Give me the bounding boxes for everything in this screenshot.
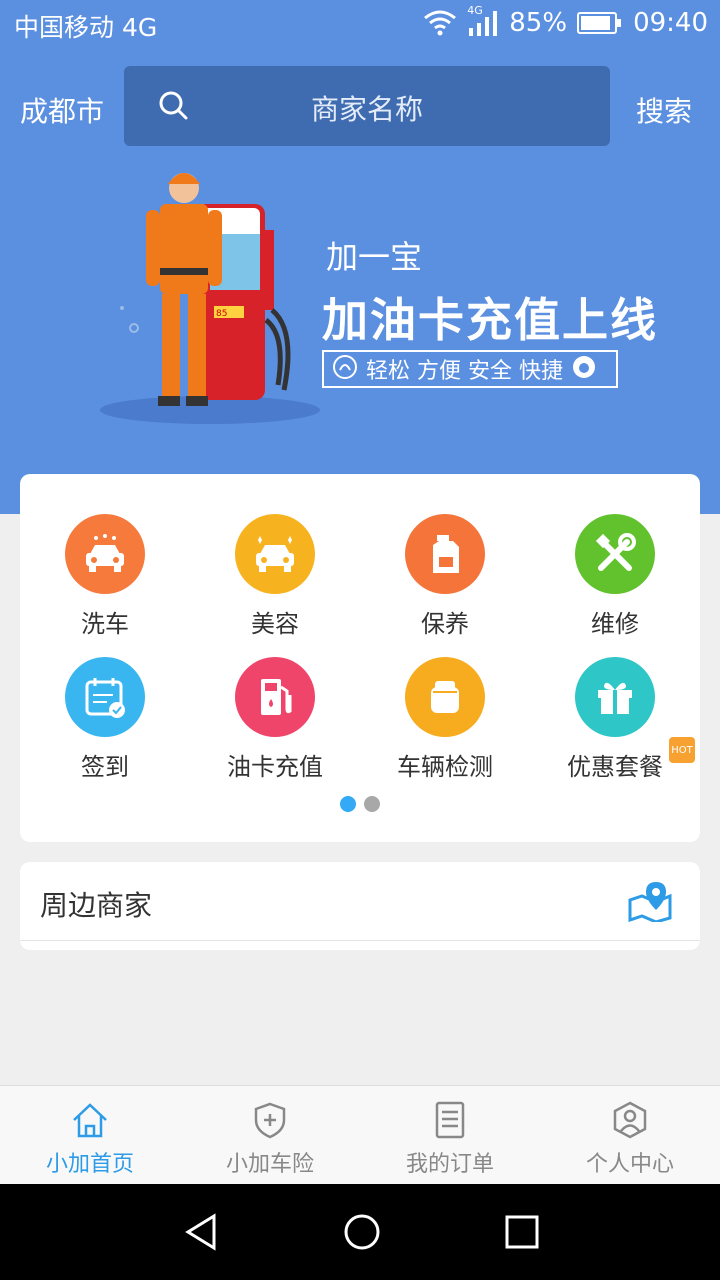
- status-right: 4G 85% 09:40: [423, 4, 708, 38]
- search-button[interactable]: 搜索: [636, 90, 692, 130]
- tab-label: 小加车险: [225, 1152, 314, 1177]
- service-vehicle-inspection[interactable]: 车辆检测: [360, 657, 530, 797]
- car-wash-icon: [65, 514, 145, 594]
- page-dot[interactable]: [364, 796, 380, 812]
- signal-icon: 4G: [467, 4, 499, 36]
- tab-profile[interactable]: 个人中心: [540, 1086, 720, 1185]
- home-circle-icon[interactable]: [342, 1212, 382, 1256]
- service-label: 美容: [251, 610, 299, 638]
- services-grid: 洗车 美容 保养 维修 签到 油卡充值 车辆检测 优惠套餐 HOT: [20, 474, 700, 842]
- car-beauty-icon: [235, 514, 315, 594]
- service-label-text: 优惠套餐: [567, 753, 663, 781]
- recents-icon[interactable]: [502, 1212, 542, 1256]
- app-screen: 中国移动 4G 4G 85% 09:40 成都市 商家名称 搜索 85 加一宝 …: [0, 0, 720, 1280]
- service-fuel-card-recharge[interactable]: 油卡充值: [190, 657, 360, 797]
- tab-label: 我的订单: [405, 1152, 494, 1177]
- tab-label: 小加首页: [45, 1152, 134, 1177]
- sinopec-logo-icon: [332, 354, 358, 384]
- service-label: 油卡充值: [227, 753, 323, 781]
- service-maintenance[interactable]: 保养: [360, 514, 530, 654]
- service-car-beauty[interactable]: 美容: [190, 514, 360, 654]
- banner-illustration[interactable]: 85: [100, 160, 340, 430]
- service-discount-package[interactable]: 优惠套餐 HOT: [530, 657, 700, 797]
- service-label: 车辆检测: [397, 753, 493, 781]
- tab-orders[interactable]: 我的订单: [360, 1086, 540, 1185]
- fuel-pump-icon: [235, 657, 315, 737]
- hot-badge: HOT: [669, 737, 695, 763]
- service-label: 维修: [591, 610, 639, 638]
- oil-bottle-icon: [405, 514, 485, 594]
- pump-display: 85: [216, 309, 227, 319]
- clock: 09:40: [633, 8, 708, 38]
- banner-tagline-box: 轻松 方便 安全 快捷: [322, 350, 618, 388]
- search-input[interactable]: 商家名称: [124, 66, 610, 146]
- city-selector[interactable]: 成都市: [20, 90, 104, 130]
- page-indicator: [20, 796, 700, 812]
- service-check-in[interactable]: 签到: [20, 657, 190, 797]
- service-label: 优惠套餐 HOT: [567, 737, 695, 782]
- tab-home[interactable]: 小加首页: [0, 1086, 180, 1185]
- banner-subtitle: 加一宝: [326, 238, 423, 276]
- repair-tools-icon: [575, 514, 655, 594]
- search-placeholder: 商家名称: [310, 93, 423, 126]
- calendar-check-icon: [65, 657, 145, 737]
- divider: [20, 940, 700, 941]
- inspection-icon: [405, 657, 485, 737]
- page-dot-active[interactable]: [340, 796, 356, 812]
- carrier-label: 中国移动 4G: [14, 13, 158, 42]
- service-label: 保养: [421, 610, 469, 638]
- nearby-merchants-section: 周边商家: [20, 862, 700, 950]
- back-icon[interactable]: [182, 1212, 222, 1256]
- battery-icon: [577, 11, 623, 35]
- map-location-icon[interactable]: [626, 880, 674, 926]
- tab-insurance[interactable]: 小加车险: [180, 1086, 360, 1185]
- service-label: 洗车: [81, 610, 129, 638]
- gift-icon: [575, 657, 655, 737]
- banner-title: 加油卡充值上线: [322, 293, 658, 347]
- service-repair[interactable]: 维修: [530, 514, 700, 654]
- service-label: 签到: [81, 753, 129, 781]
- tab-label: 个人中心: [585, 1152, 674, 1177]
- service-car-wash[interactable]: 洗车: [20, 514, 190, 654]
- header-banner-area: 中国移动 4G 4G 85% 09:40 成都市 商家名称 搜索 85 加一宝 …: [0, 0, 720, 514]
- system-nav-bar: [0, 1184, 720, 1280]
- battery-percent: 85%: [509, 8, 568, 38]
- nearby-title: 周边商家: [40, 889, 153, 922]
- status-bar: 中国移动 4G 4G 85% 09:40: [0, 0, 720, 50]
- banner-tagline: 轻松 方便 安全 快捷: [366, 359, 563, 384]
- network-badge: 4G: [467, 4, 483, 17]
- wifi-icon: [423, 10, 457, 36]
- petrochina-logo-icon: [571, 354, 597, 384]
- bottom-tab-bar: 小加首页 小加车险 我的订单 个人中心: [0, 1085, 720, 1184]
